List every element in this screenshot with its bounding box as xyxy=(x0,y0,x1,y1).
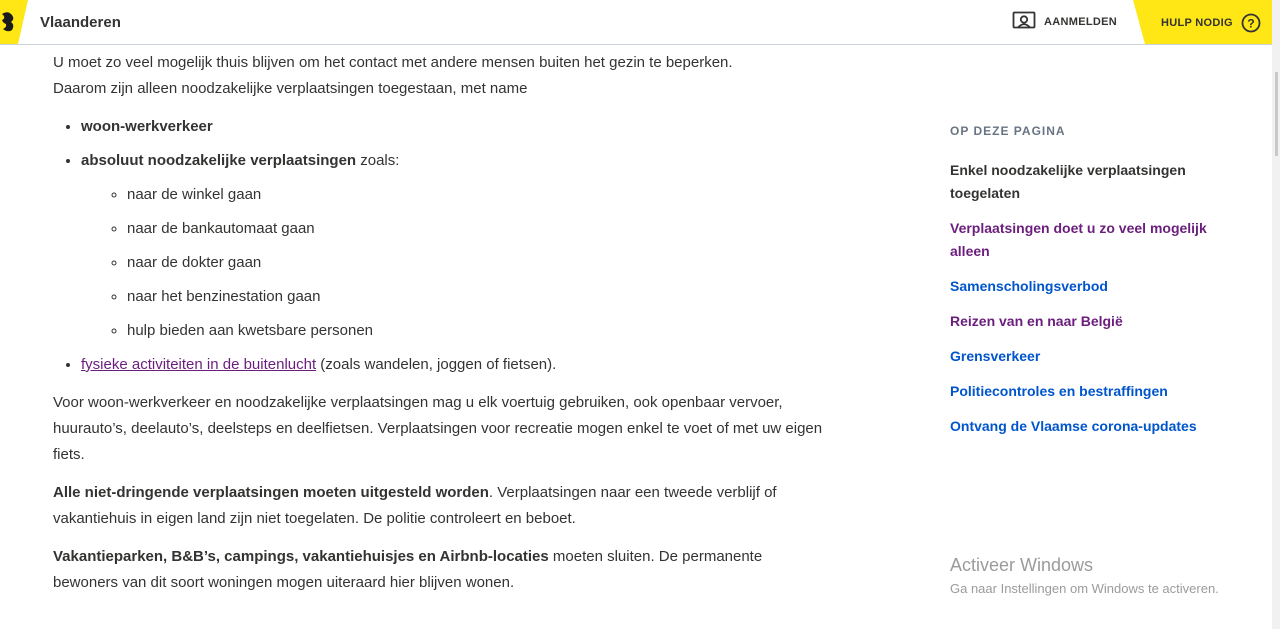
windows-activation-watermark: Activeer Windows Ga naar Instellingen om… xyxy=(950,555,1219,596)
id-card-icon xyxy=(1012,10,1036,35)
brand-name[interactable]: Vlaanderen xyxy=(40,0,121,44)
on-this-page-heading: OP DEZE PAGINA xyxy=(950,124,1066,138)
postpone-paragraph: Alle niet-dringende verplaatsingen moete… xyxy=(53,480,828,532)
help-button[interactable]: HULP NODIG ? xyxy=(1133,0,1272,44)
sidebar-item-essential-travel[interactable]: Enkel noodzakelijke verplaatsingen toege… xyxy=(950,159,1240,205)
travel-list: woon-werkverkeer absoluut noodzakelijke … xyxy=(53,114,828,378)
sidebar-item-corona-updates[interactable]: Ontvang de Vlaamse corona-updates xyxy=(950,415,1240,438)
svg-text:?: ? xyxy=(1247,17,1254,31)
vehicles-paragraph: Voor woon-werkverkeer en noodzakelijke v… xyxy=(53,394,823,463)
on-this-page-nav: OP DEZE PAGINA Enkel noodzakelijke verpl… xyxy=(950,124,1240,450)
login-button[interactable]: AANMELDEN xyxy=(1012,0,1117,44)
login-label: AANMELDEN xyxy=(1044,16,1117,28)
sidebar-item-travel-belgium[interactable]: Reizen van en naar België xyxy=(950,310,1240,333)
sublist-item: naar het benzinestation gaan xyxy=(127,284,828,310)
intro-line-1: U moet zo veel mogelijk thuis blijven om… xyxy=(53,54,733,71)
sublist-item: naar de dokter gaan xyxy=(127,250,828,276)
sublist-item: naar de bankautomaat gaan xyxy=(127,216,828,242)
site-header: Vlaanderen AANMELDEN HULP NODIG ? xyxy=(0,0,1272,45)
intro-paragraph: U moet zo veel mogelijk thuis blijven om… xyxy=(53,50,828,102)
essential-sublist: naar de winkel gaan naar de bankautomaat… xyxy=(81,182,828,344)
sidebar-item-travel-alone[interactable]: Verplaatsingen doet u zo veel mogelijk a… xyxy=(950,217,1240,263)
watermark-subtitle: Ga naar Instellingen om Windows te activ… xyxy=(950,581,1219,596)
sublist-item: naar de winkel gaan xyxy=(127,182,828,208)
intro-line-2: Daarom zijn alleen noodzakelijke verplaa… xyxy=(53,80,528,97)
sidebar-item-gathering-ban[interactable]: Samenscholingsverbod xyxy=(950,275,1240,298)
list-item-essential: absoluut noodzakelijke verplaatsingen xyxy=(81,152,357,169)
outdoor-activities-link[interactable]: fysieke activiteiten in de buitenlucht xyxy=(81,356,316,373)
holiday-parks-bold: Vakantieparken, B&B’s, campings, vakanti… xyxy=(53,548,549,565)
main-content: U moet zo veel mogelijk thuis blijven om… xyxy=(53,50,828,608)
list-item: absoluut noodzakelijke verplaatsingen zo… xyxy=(81,148,828,344)
holiday-parks-paragraph: Vakantieparken, B&B’s, campings, vakanti… xyxy=(53,544,828,596)
list-item-suffix: (zoals wandelen, joggen of fietsen). xyxy=(316,356,557,373)
list-item-commute: woon-werkverkeer xyxy=(81,118,213,135)
postpone-bold: Alle niet-dringende verplaatsingen moete… xyxy=(53,484,489,501)
question-circle-icon: ? xyxy=(1241,13,1261,38)
scrollbar-thumb[interactable] xyxy=(1275,72,1278,156)
sublist-item: hulp bieden aan kwetsbare personen xyxy=(127,318,828,344)
sidebar-item-police-checks[interactable]: Politiecontroles en bestraffingen xyxy=(950,380,1240,403)
sidebar-item-border-traffic[interactable]: Grensverkeer xyxy=(950,345,1240,368)
list-item: woon-werkverkeer xyxy=(81,114,828,140)
watermark-title: Activeer Windows xyxy=(950,555,1094,575)
flemish-lion-icon[interactable] xyxy=(0,0,28,44)
list-item: fysieke activiteiten in de buitenlucht (… xyxy=(81,352,828,378)
help-label: HULP NODIG xyxy=(1161,17,1233,29)
list-item-suffix: zoals: xyxy=(356,152,400,169)
